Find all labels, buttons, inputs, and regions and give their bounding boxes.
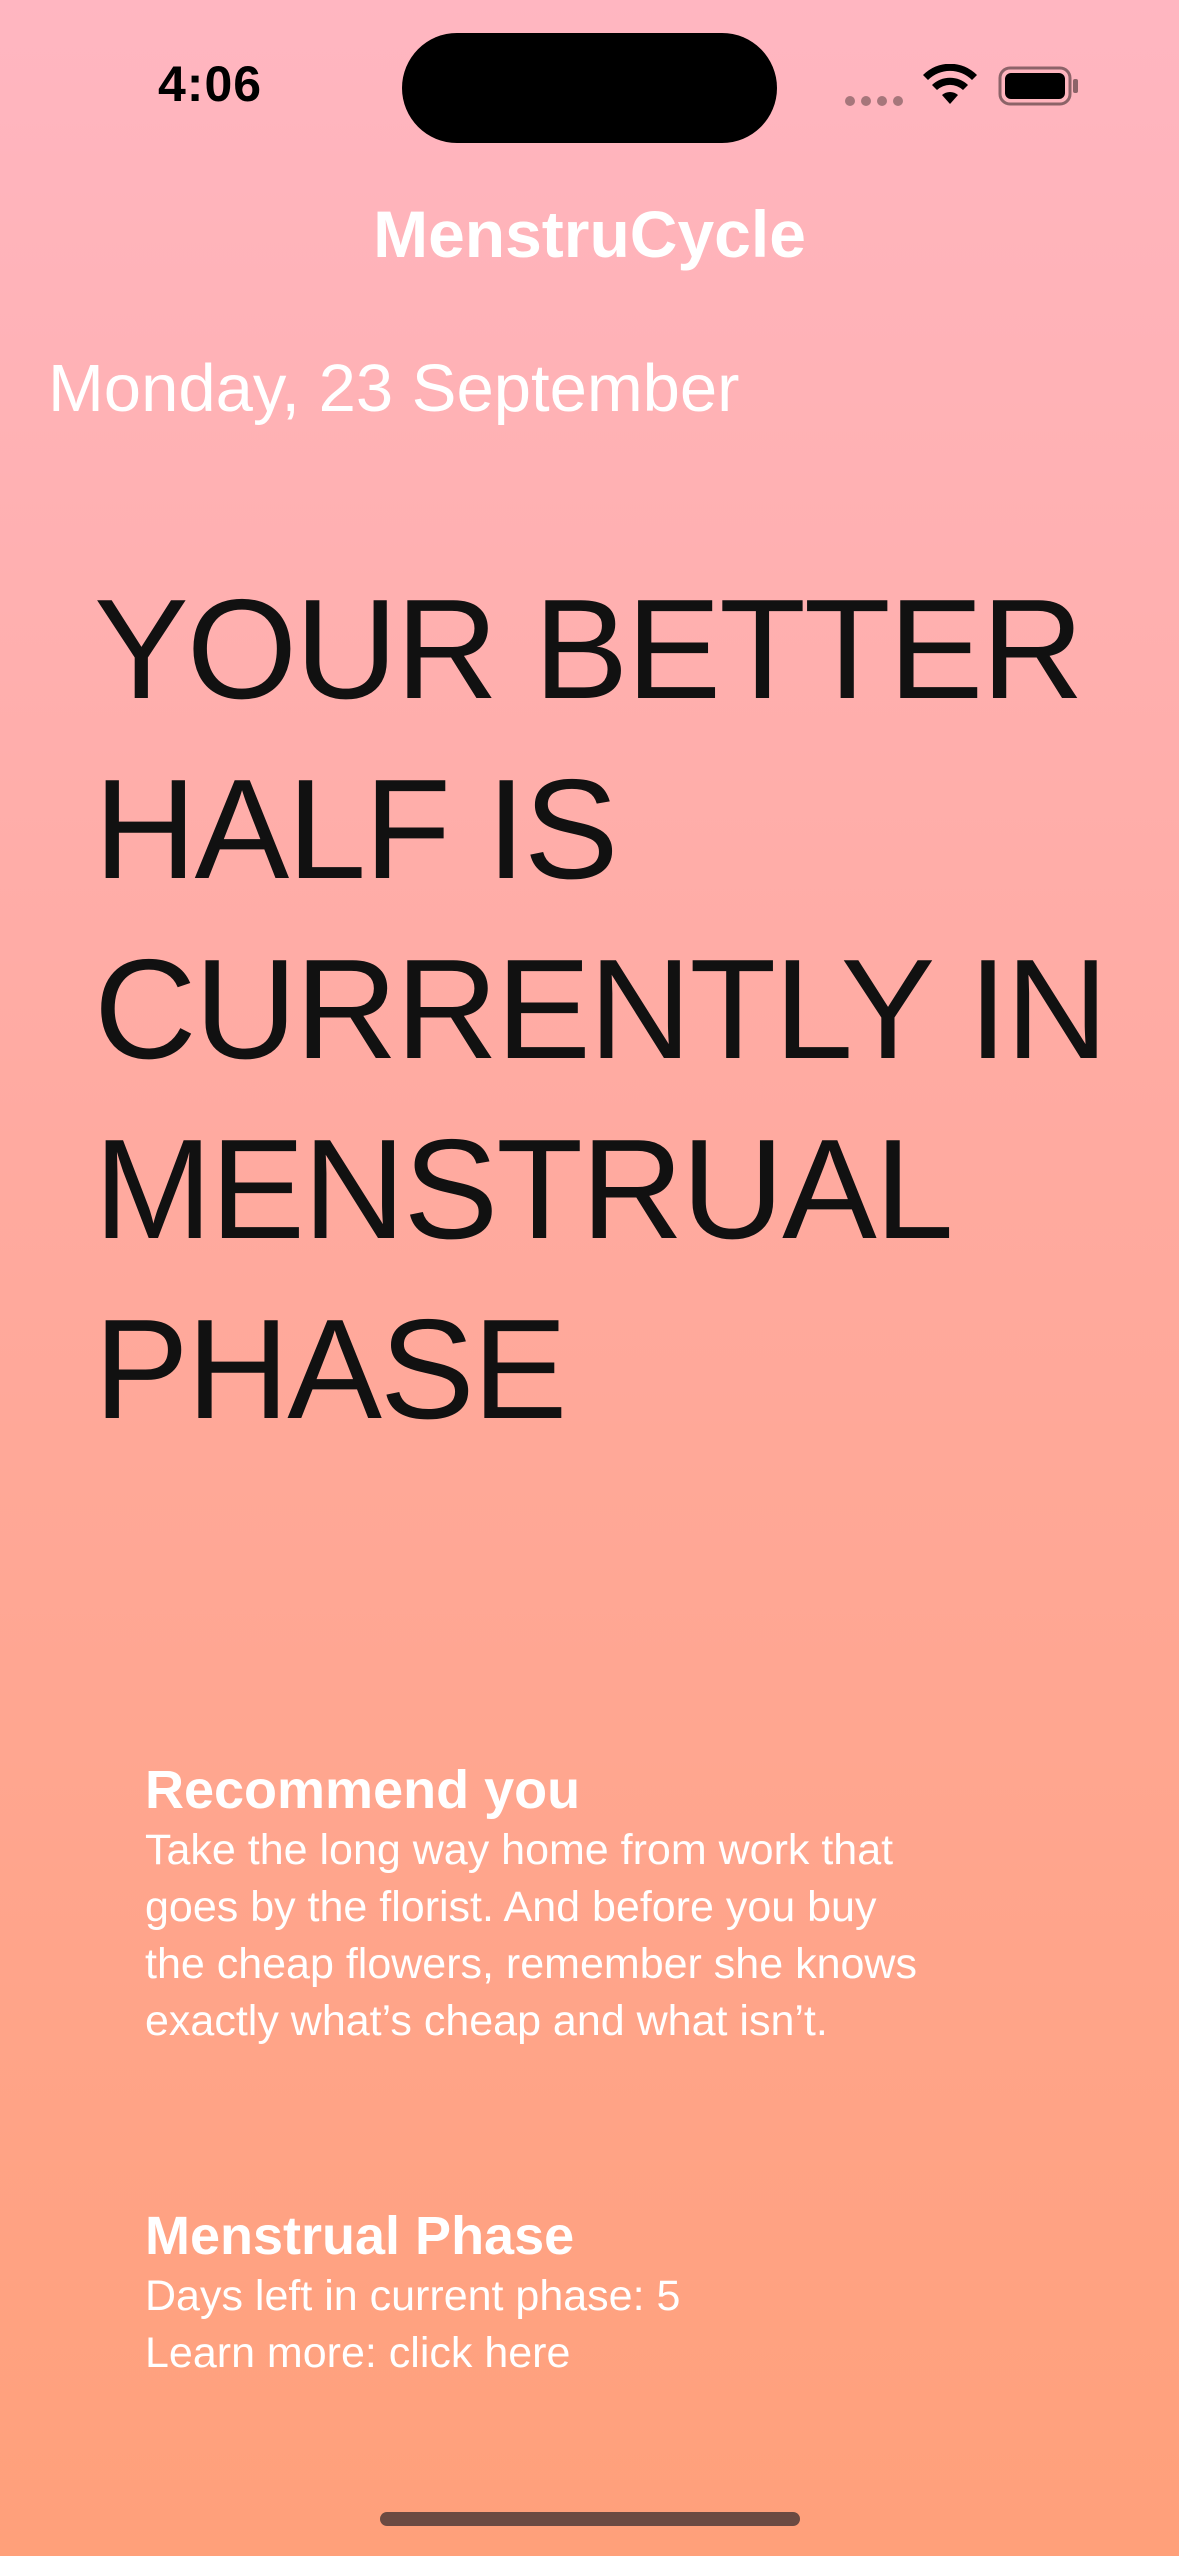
days-left-label: Days left in current phase: 5 (145, 2272, 681, 2320)
recommendation-body: Take the long way home from work that go… (145, 1822, 1045, 2050)
phase-headline: YOUR BETTER HALF IS CURRENTLY IN MENSTRU… (94, 560, 1134, 1460)
recommendation-line: the cheap flowers, remember she knows (145, 1940, 917, 1988)
battery-icon (998, 66, 1078, 106)
date-label: Monday, 23 September (48, 351, 740, 426)
recommendation-line: goes by the florist. And before you buy (145, 1883, 877, 1931)
recommendation-line: Take the long way home from work that (145, 1826, 894, 1874)
signal-icon (845, 96, 905, 108)
headline-line: YOUR BETTER (94, 570, 1084, 729)
recommendation-line: exactly what’s cheap and what isn’t. (145, 1997, 828, 2045)
headline-line: PHASE (94, 1290, 567, 1449)
recommendation-title: Recommend you (145, 1760, 581, 1820)
app-title: MenstruCycle (373, 197, 806, 271)
dynamic-island (402, 33, 777, 143)
learn-more-link[interactable]: Learn more: click here (145, 2325, 1045, 2382)
phase-title: Menstrual Phase (145, 2206, 575, 2266)
recommendation-card: Recommend you Take the long way home fro… (145, 1758, 1045, 2050)
home-indicator[interactable] (380, 2512, 800, 2526)
phase-info-card: Menstrual Phase Days left in current pha… (145, 2204, 1045, 2382)
phase-body: Days left in current phase: 5 Learn more… (145, 2268, 1045, 2382)
status-time: 4:06 (158, 56, 263, 112)
headline-line: HALF IS (94, 750, 619, 909)
headline-line: MENSTRUAL (94, 1110, 954, 1269)
headline-line: CURRENTLY IN (94, 930, 1108, 1089)
wifi-icon (923, 64, 977, 104)
